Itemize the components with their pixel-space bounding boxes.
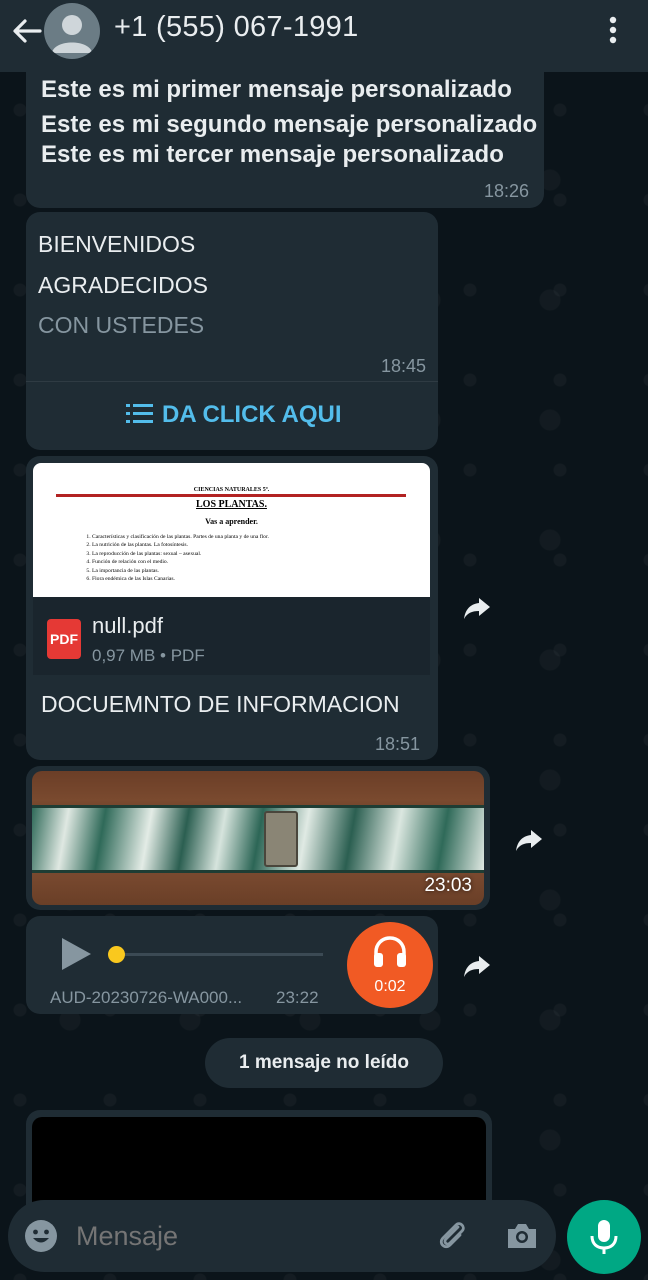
audio-file-name: AUD-20230726-WA000... [50,988,243,1007]
pdf-file-icon: PDF [47,619,81,659]
message-line: Este es mi tercer mensaje personalizado [41,141,504,168]
audio-badge: 0:02 [347,922,433,1008]
list-icon [126,404,153,423]
message-bubble-image[interactable]: 23:03 [26,766,490,910]
play-icon[interactable] [58,936,94,972]
message-time: 23:03 [424,875,472,896]
template-footer: CON USTEDES [38,312,205,338]
unread-messages-badge: 1 mensaje no leído [205,1038,443,1088]
back-arrow-icon[interactable] [10,14,44,48]
list-action-button[interactable]: DA CLICK AQUI [126,401,342,429]
photo-buckle [264,811,298,867]
document-preview[interactable]: CIENCIAS NATURALES 5º. LOS PLANTAS. Vas … [33,463,430,597]
action-label: DA CLICK AQUI [162,401,342,428]
doc-list: Características y clasificación de las p… [78,533,269,583]
doc-rule [56,494,406,497]
message-line: Este es mi primer mensaje personalizado [41,76,512,103]
default-avatar-icon [52,15,92,53]
message-time: 18:45 [381,356,427,376]
message-time: 18:26 [484,181,530,201]
forward-icon[interactable] [462,951,492,981]
message-bubble-document[interactable]: CIENCIAS NATURALES 5º. LOS PLANTAS. Vas … [26,456,438,760]
doc-list-item: Características y clasificación de las p… [92,533,269,541]
doc-title: LOS PLANTAS. [196,499,267,510]
photo-strap [32,805,484,873]
headphones-icon [374,936,406,967]
document-caption: DOCUEMNTO DE INFORMACION [41,691,400,717]
audio-progress-track[interactable] [123,953,323,956]
emoji-icon[interactable] [24,1219,58,1253]
forward-icon[interactable] [514,825,544,855]
message-time: 18:51 [375,734,421,754]
doc-subtitle: Vas a aprender. [205,517,258,526]
divider [26,381,438,382]
audio-seek-handle[interactable] [108,946,125,963]
voice-record-button[interactable] [567,1200,641,1274]
message-time: 23:22 [276,988,319,1007]
photo-thumbnail[interactable]: 23:03 [32,771,484,905]
audio-duration: 0:02 [374,978,406,995]
camera-icon[interactable] [504,1218,540,1254]
message-composer [8,1200,556,1272]
doc-list-item: La importancia de las plantas. [92,567,269,575]
chat-header: +1 (555) 067-1991 [0,0,648,72]
template-line: AGRADECIDOS [38,272,208,298]
contact-name[interactable]: +1 (555) 067-1991 [114,11,359,44]
doc-list-item: La reproducción de las plantas: sexual –… [92,550,269,558]
doc-heading: CIENCIAS NATURALES 5º. [193,487,270,493]
document-meta: 0,97 MB • PDF [92,646,205,665]
message-bubble-audio[interactable]: AUD-20230726-WA000... 23:22 0:02 [26,916,438,1014]
document-name: null.pdf [92,613,163,638]
document-info[interactable]: PDF null.pdf 0,97 MB • PDF [33,597,430,675]
message-line: Este es mi segundo mensaje personalizado [41,111,538,138]
message-input[interactable] [76,1221,416,1252]
doc-list-item: Flora endémica de las Islas Canarias. [92,575,269,583]
message-bubble-text[interactable]: Este es mi primer mensaje personalizado … [26,60,544,208]
contact-avatar[interactable] [44,3,100,59]
doc-list-item: Función de relación con el medio. [92,558,269,566]
forward-icon[interactable] [462,593,492,623]
message-bubble-template[interactable]: BIENVENIDOS AGRADECIDOS CON USTEDES 18:4… [26,212,438,450]
attach-icon[interactable] [434,1218,470,1254]
doc-list-item: La nutrición de las plantas. La fotosínt… [92,541,269,549]
more-options-icon[interactable] [600,14,626,48]
microphone-icon [590,1220,618,1254]
template-title: BIENVENIDOS [38,231,196,257]
